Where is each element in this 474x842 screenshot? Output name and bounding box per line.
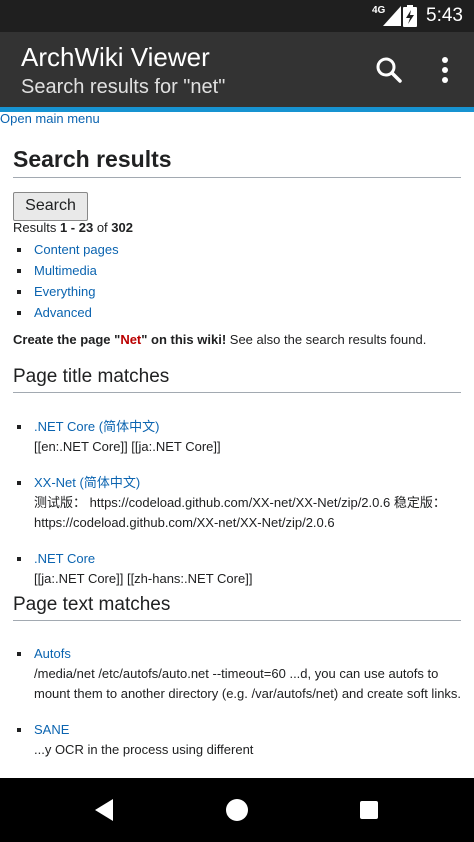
category-multimedia[interactable]: Multimedia — [34, 263, 97, 278]
back-icon[interactable] — [87, 792, 123, 828]
app-subtitle: Search results for "net" — [21, 76, 226, 98]
search-icon[interactable] — [371, 52, 407, 88]
list-item: XX-Net (简体中文) 测试版： https://codeload.githu… — [13, 473, 463, 533]
search-category-list: Content pages Multimedia Everything Adva… — [13, 242, 119, 326]
text-matches-heading: Page text matches — [13, 594, 461, 621]
result-title-link[interactable]: XX-Net (简体中文) — [34, 475, 140, 490]
list-item: .NET Core [[ja:.NET Core]] [[zh-hans:.NET… — [13, 549, 463, 589]
home-icon[interactable] — [219, 792, 255, 828]
result-title-link[interactable]: .NET Core — [34, 551, 95, 566]
overflow-menu-icon[interactable] — [430, 52, 460, 88]
clock: 5:43 — [426, 5, 463, 26]
text-matches-list: Autofs/media/net /etc/autofs/auto.net --… — [13, 644, 463, 776]
category-everything[interactable]: Everything — [34, 284, 95, 299]
results-total: 302 — [111, 220, 133, 235]
search-button[interactable]: Search — [13, 192, 88, 221]
create-rest: See also the search results found. — [226, 332, 427, 347]
page-title: Search results — [13, 146, 461, 178]
result-snippet: [[en:.NET Core]] [[ja:.NET Core]] — [34, 439, 221, 454]
signal-icon — [383, 6, 401, 26]
status-bar: 4G 5:43 — [0, 0, 474, 32]
recents-icon[interactable] — [351, 792, 387, 828]
category-item: Advanced — [13, 305, 119, 326]
app-bar: ArchWiki Viewer Search results for "net" — [0, 32, 474, 107]
results-mid: of — [93, 220, 112, 235]
result-snippet: /media/net /etc/autofs/auto.net --timeou… — [34, 666, 462, 701]
result-snippet: 测试版： https://codeload.github.com/XX-net/… — [34, 495, 446, 530]
results-prefix: Results — [13, 220, 60, 235]
navigation-bar — [0, 778, 474, 842]
category-item: Everything — [13, 284, 119, 305]
category-content-pages[interactable]: Content pages — [34, 242, 119, 257]
create-suffix: " on this wiki! — [141, 332, 227, 347]
list-item: Autofs/media/net /etc/autofs/auto.net --… — [13, 644, 463, 704]
result-title-link[interactable]: Autofs — [34, 646, 71, 661]
title-matches-heading: Page title matches — [13, 366, 461, 393]
create-page-notice: Create the page "Net" on this wiki! See … — [13, 332, 426, 347]
create-page-link[interactable]: Net — [120, 332, 141, 347]
battery-charging-icon — [403, 5, 417, 27]
results-range: 1 - 23 — [59, 220, 94, 235]
category-advanced[interactable]: Advanced — [34, 305, 92, 320]
results-count: Results 1 - 23 of 302 — [13, 220, 133, 235]
create-prefix: Create the page " — [13, 332, 121, 347]
category-item: Content pages — [13, 242, 119, 263]
app-title: ArchWiki Viewer — [21, 42, 210, 72]
result-title-link[interactable]: SANE — [34, 722, 69, 737]
result-snippet: ...y OCR in the process using different — [34, 742, 254, 757]
category-item: Multimedia — [13, 263, 119, 284]
result-snippet: [[ja:.NET Core]] [[zh-hans:.NET Core]] — [34, 571, 253, 586]
list-item: SANE ...y OCR in the process using differ… — [13, 720, 463, 760]
title-matches-list: .NET Core (简体中文) [[en:.NET Core]] [[ja:.N… — [13, 417, 463, 605]
list-item: .NET Core (简体中文) [[en:.NET Core]] [[ja:.N… — [13, 417, 463, 457]
open-main-menu-link[interactable]: Open main menu — [0, 112, 100, 126]
result-title-link[interactable]: .NET Core (简体中文) — [34, 419, 159, 434]
page-content: Open main menu Search results Search Res… — [0, 112, 474, 778]
